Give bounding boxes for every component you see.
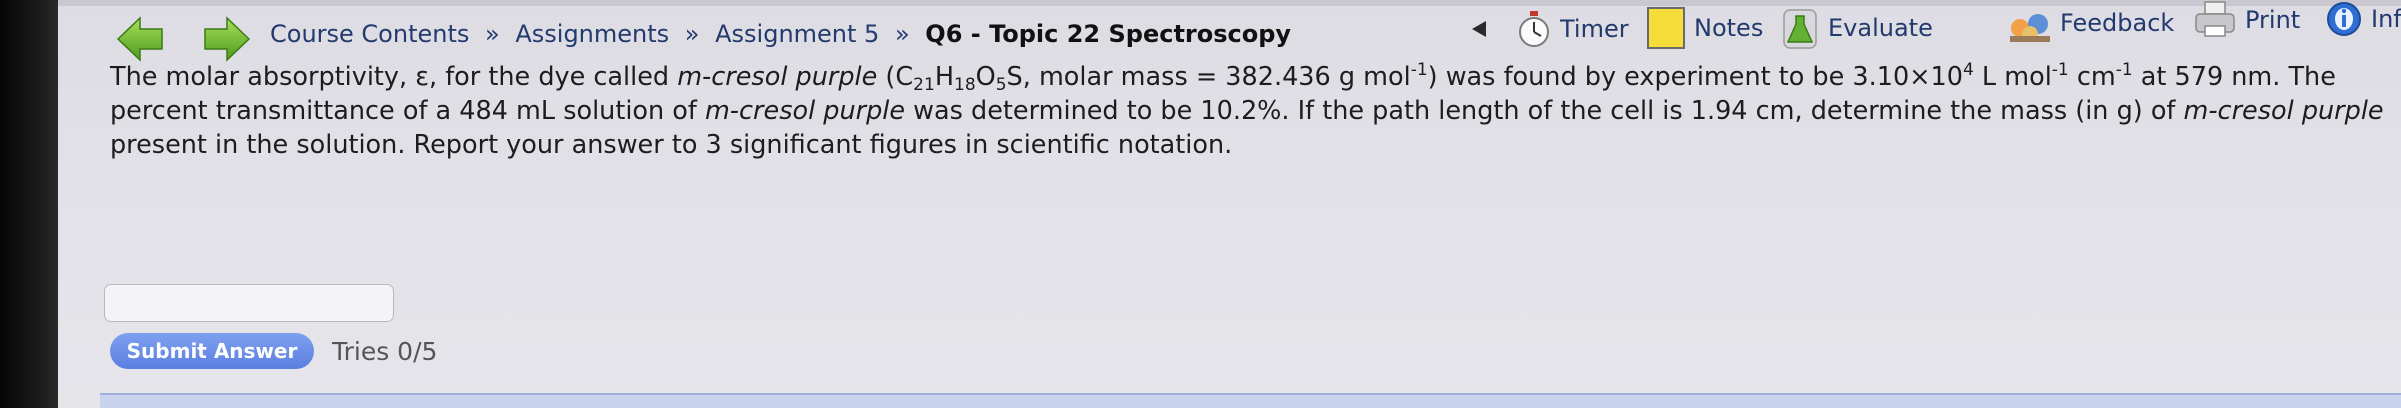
question-text-part: ) was found by experiment to be 3.10×10 xyxy=(1427,62,1963,92)
breadcrumb-separator: » xyxy=(894,20,910,48)
flask-icon xyxy=(1783,9,1817,49)
info-label: Info xyxy=(2371,5,2401,33)
previous-triangle-icon[interactable] xyxy=(1472,21,1486,37)
timer-button[interactable]: Timer xyxy=(1516,10,1629,48)
print-button[interactable]: Print xyxy=(2193,0,2300,40)
superscript-exponent: -1 xyxy=(2115,60,2133,80)
formula-subscript-c: 21 xyxy=(913,75,935,95)
superscript-exponent: -1 xyxy=(2051,60,2069,80)
feedback-label: Feedback xyxy=(2060,9,2175,37)
top-navigation-bar: Course Contents » Assignments » Assignme… xyxy=(58,0,2401,64)
formula-open: (C xyxy=(877,62,914,92)
stopwatch-icon xyxy=(1519,11,1549,47)
question-page: Course Contents » Assignments » Assignme… xyxy=(58,0,2401,408)
info-button[interactable]: Info xyxy=(2325,0,2401,38)
breadcrumb-assignment[interactable]: Assignment 5 xyxy=(715,20,879,48)
bottom-panel xyxy=(100,393,2401,408)
info-icon xyxy=(2327,2,2361,36)
back-arrow-icon[interactable] xyxy=(116,14,166,64)
formula-h: H xyxy=(934,62,954,92)
question-text-part: L mol xyxy=(1973,62,2052,92)
notes-label: Notes xyxy=(1694,14,1764,42)
question-text-part: cm xyxy=(2068,62,2116,92)
breadcrumb-separator: » xyxy=(485,20,500,48)
timer-label: Timer xyxy=(1560,15,1629,43)
dye-name: m-cresol purple xyxy=(704,96,906,126)
formula-o: O xyxy=(975,62,996,92)
dye-name: m-cresol purple xyxy=(2183,96,2384,126)
question-text-part: The molar absorptivity, ε, for the dye c… xyxy=(110,62,678,92)
submit-answer-button[interactable]: Submit Answer xyxy=(110,333,314,369)
formula-subscript-h: 18 xyxy=(954,75,976,95)
formula-tail: S, molar mass = 382.436 g mol xyxy=(1006,62,1411,92)
forward-arrow-icon[interactable] xyxy=(201,14,251,64)
feedback-group-icon xyxy=(2010,14,2050,42)
breadcrumb-current-question: Q6 - Topic 22 Spectroscopy xyxy=(925,20,1292,48)
question-text-part: was determined to be 10.2%. If the path … xyxy=(905,96,2184,126)
question-text: The molar absorptivity, ε, for the dye c… xyxy=(110,60,2400,162)
breadcrumb-course-contents[interactable]: Course Contents xyxy=(270,20,469,48)
superscript-exponent: -1 xyxy=(1410,60,1428,80)
tries-counter: Tries 0/5 xyxy=(332,337,438,366)
evaluate-button[interactable]: Evaluate xyxy=(1780,6,1933,50)
printer-icon xyxy=(2195,1,2235,37)
superscript-exponent: 4 xyxy=(1963,60,1974,80)
print-label: Print xyxy=(2245,6,2301,34)
feedback-button[interactable]: Feedback xyxy=(2008,2,2174,44)
screen-bezel xyxy=(0,0,58,408)
breadcrumb: Course Contents » Assignments » Assignme… xyxy=(270,20,1291,48)
dye-name: m-cresol purple xyxy=(677,62,878,92)
breadcrumb-assignments[interactable]: Assignments xyxy=(515,20,669,48)
evaluate-label: Evaluate xyxy=(1828,14,1933,42)
notes-icon xyxy=(1647,7,1685,49)
notes-button[interactable]: Notes xyxy=(1646,6,1763,50)
breadcrumb-separator: » xyxy=(684,20,700,48)
formula-subscript-o: 5 xyxy=(995,75,1007,95)
question-text-part: present in the solution. Report your ans… xyxy=(110,130,1233,160)
answer-input[interactable] xyxy=(104,284,394,322)
